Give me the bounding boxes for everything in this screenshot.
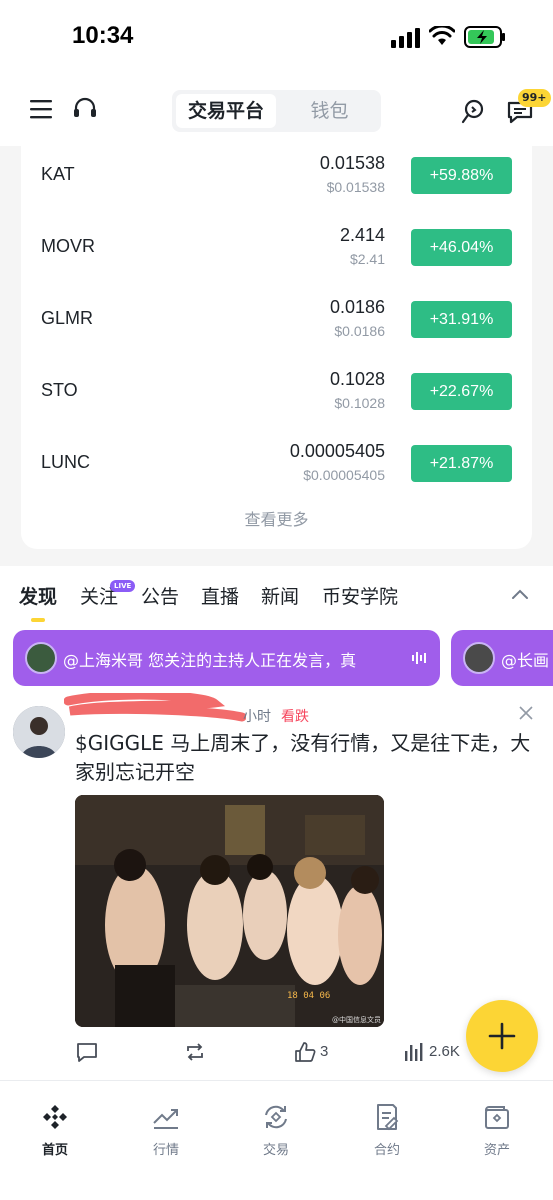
coin-usd-price: $0.01538 [326, 179, 385, 195]
home-icon [43, 1105, 67, 1129]
nav-trade[interactable]: 交易 [236, 1103, 316, 1163]
nav-label: 资产 [483, 1143, 510, 1158]
coin-change: +21.87% [411, 445, 512, 482]
wifi-icon [429, 26, 455, 45]
photo-illustration [75, 795, 384, 1027]
author-avatar[interactable] [13, 706, 65, 758]
nav-home[interactable]: 首页 [15, 1103, 95, 1163]
market-row[interactable]: STO 0.1028 $0.1028 +22.67% [21, 356, 532, 428]
coin-usd-price: $0.00005405 [303, 467, 385, 483]
wallet-icon [484, 1106, 509, 1129]
live-banner[interactable]: @长画 [451, 630, 553, 686]
repost-icon[interactable] [184, 1041, 206, 1063]
bottom-nav: 首页 行情 交易 合约 资产 [0, 1080, 553, 1200]
live-banner[interactable]: @上海米哥 您关注的主持人正在发言，真 [13, 630, 440, 686]
tab-news[interactable]: 新闻 [261, 582, 299, 609]
post-body: $GIGGLE 马上周末了，没有行情，又是往下走，大家别忘记开空 [75, 731, 531, 784]
view-count: 2.6K [429, 1043, 460, 1060]
market-card: KAT 0.01538 $0.01538 +59.88% MOVR 2.414 … [21, 140, 532, 549]
coin-name: KAT [41, 164, 75, 184]
coin-name: MOVR [41, 236, 95, 256]
host-avatar [25, 642, 57, 674]
like-icon[interactable] [294, 1041, 316, 1063]
coin-price: 0.01538 [319, 153, 385, 173]
chart-trend-icon [153, 1109, 178, 1129]
status-time: 10:34 [72, 22, 134, 49]
coin-price: 2.414 [339, 225, 385, 245]
image-watermark: @中国信息文员 [332, 1016, 381, 1024]
tab-discover[interactable]: 发现 [19, 582, 57, 609]
market-row[interactable]: GLMR 0.0186 $0.0186 +31.91% [21, 284, 532, 356]
create-post-button[interactable] [466, 1000, 538, 1072]
coin-usd-price: $0.1028 [334, 395, 385, 411]
signal-icon [391, 28, 420, 48]
nav-label: 合约 [373, 1143, 400, 1158]
nav-markets[interactable]: 行情 [126, 1103, 206, 1163]
market-row[interactable]: KAT 0.01538 $0.01538 +59.88% [21, 140, 532, 212]
battery-icon [464, 26, 505, 48]
like-count: 3 [320, 1043, 329, 1060]
ai-assistant-icon[interactable] [459, 98, 487, 126]
coin-usd-price: $0.0186 [334, 323, 385, 339]
coin-change: +31.91% [411, 301, 512, 338]
views-icon [405, 1043, 423, 1061]
tab-exchange[interactable]: 交易平台 [176, 94, 276, 128]
menu-icon[interactable] [30, 99, 52, 119]
nav-futures[interactable]: 合约 [347, 1103, 427, 1163]
chevron-up-icon[interactable] [511, 588, 529, 600]
sentiment-tag: 看跌 [281, 709, 309, 725]
active-tab-indicator [31, 618, 45, 622]
post-image[interactable]: 18 04 06 @中国信息文员 [75, 795, 384, 1027]
market-row[interactable]: LUNC 0.00005405 $0.00005405 +21.87% [21, 428, 532, 500]
nav-assets[interactable]: 资产 [457, 1103, 537, 1163]
host-avatar [463, 642, 495, 674]
nav-label: 行情 [152, 1143, 179, 1158]
content-tabs: 发现 关注 LIVE 公告 直播 新闻 币安学院 [0, 566, 553, 622]
coin-change: +59.88% [411, 157, 512, 194]
status-bar: 10:34 [0, 0, 553, 74]
market-row[interactable]: MOVR 2.414 $2.41 +46.04% [21, 212, 532, 284]
contract-icon [377, 1104, 399, 1131]
coin-price: 0.1028 [329, 369, 385, 389]
nav-label: 交易 [262, 1143, 289, 1158]
person-silhouette-icon [13, 706, 65, 758]
live-badge: LIVE [110, 580, 136, 592]
tab-announcements[interactable]: 公告 [141, 582, 179, 609]
tab-wallet[interactable]: 钱包 [282, 94, 377, 128]
plus-icon [488, 1022, 516, 1050]
top-header: 交易平台 钱包 99+ [0, 74, 553, 146]
nav-label: 首页 [41, 1143, 68, 1158]
close-icon[interactable] [519, 706, 533, 720]
headset-icon[interactable] [72, 96, 98, 122]
platform-segment: 交易平台 钱包 [172, 90, 381, 132]
post-time: 小时 [243, 709, 271, 725]
comment-icon[interactable] [76, 1041, 98, 1063]
audio-wave-icon [412, 652, 426, 664]
tab-live[interactable]: 直播 [201, 582, 239, 609]
trade-swap-icon [265, 1105, 287, 1129]
coin-name: GLMR [41, 308, 94, 328]
see-more-link[interactable]: 查看更多 [21, 506, 532, 530]
coin-change: +46.04% [411, 229, 512, 266]
message-badge: 99+ [518, 89, 551, 107]
tab-academy[interactable]: 币安学院 [322, 582, 398, 609]
coin-name: LUNC [41, 452, 91, 472]
live-banner-text: @上海米哥 您关注的主持人正在发言，真 [63, 651, 357, 670]
coin-name: STO [41, 380, 78, 400]
live-banner-text: @长画 [501, 651, 550, 670]
coin-price: 0.00005405 [289, 441, 385, 461]
redaction-scribble [64, 693, 246, 722]
coin-change: +22.67% [411, 373, 512, 410]
coin-usd-price: $2.41 [349, 251, 385, 267]
image-timestamp: 18 04 06 [287, 991, 331, 1001]
coin-price: 0.0186 [329, 297, 385, 317]
